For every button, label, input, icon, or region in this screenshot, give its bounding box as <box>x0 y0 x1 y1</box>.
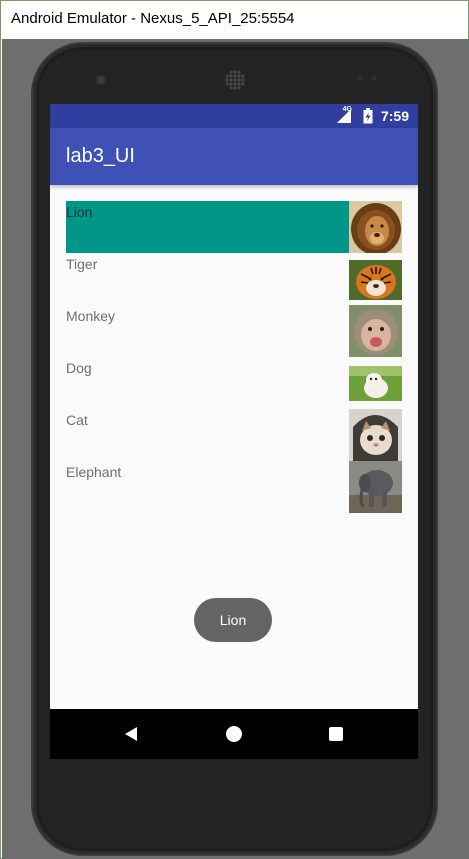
home-icon[interactable] <box>226 726 242 742</box>
device-screen: 4G x 7:59 lab3_UI Lion Tiger Monkey Dog … <box>50 104 418 759</box>
status-time: 7:59 <box>380 108 409 124</box>
front-camera-icon <box>97 76 105 84</box>
list-item-label: Dog <box>66 360 92 376</box>
elephant-photo <box>349 461 402 513</box>
window-titlebar[interactable]: Android Emulator - Nexus_5_API_25:5554 <box>1 1 468 39</box>
navigation-bar <box>50 709 418 759</box>
toast-message: Lion <box>194 598 272 642</box>
list-item-cat[interactable]: Cat <box>66 409 402 461</box>
app-title: lab3_UI <box>66 145 135 167</box>
svg-text:x: x <box>347 119 350 124</box>
list-item-dog[interactable]: Dog <box>66 357 402 409</box>
list-item-label: Cat <box>66 412 88 428</box>
list-item-tiger[interactable]: Tiger <box>66 253 402 305</box>
lion-photo <box>349 201 402 253</box>
list-item-label: Elephant <box>66 464 122 480</box>
status-bar: 4G x 7:59 <box>50 104 418 128</box>
speaker-grille-icon <box>225 70 245 90</box>
list-item-elephant[interactable]: Elephant <box>66 461 402 513</box>
window-title: Android Emulator - Nexus_5_API_25:5554 <box>11 10 295 27</box>
signal-icon: x <box>337 109 351 124</box>
recent-apps-icon[interactable] <box>329 727 343 741</box>
monkey-photo <box>349 305 402 357</box>
battery-icon <box>363 108 373 124</box>
sensor-icon <box>357 75 363 81</box>
list-item-label: Monkey <box>66 308 116 324</box>
list-item-monkey[interactable]: Monkey <box>66 305 402 357</box>
list-item-label: Lion <box>66 204 93 220</box>
app-bar: lab3_UI <box>50 128 418 185</box>
sensor-icon <box>371 75 377 81</box>
list-item-lion[interactable]: Lion <box>66 201 402 253</box>
dog-photo <box>349 366 402 401</box>
tiger-photo <box>349 260 402 300</box>
list-item-label: Tiger <box>66 256 98 272</box>
back-icon[interactable] <box>123 726 139 742</box>
cat-photo <box>349 409 402 461</box>
animal-list: Lion Tiger Monkey Dog Cat Elephant <box>66 201 402 513</box>
